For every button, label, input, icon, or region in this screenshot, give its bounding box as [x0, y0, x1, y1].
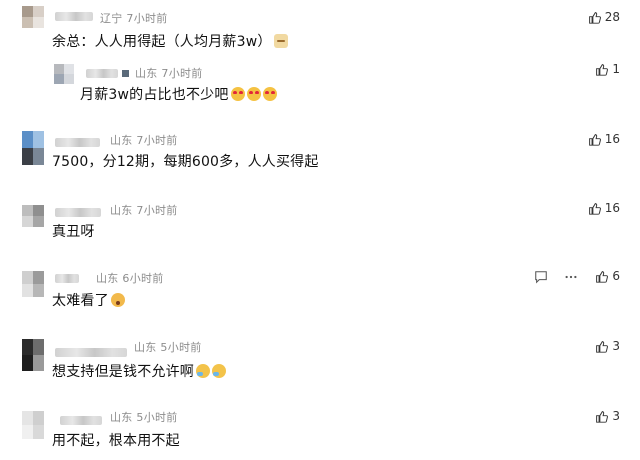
avatar[interactable]: [22, 411, 44, 439]
username[interactable]: [86, 69, 118, 78]
heart-eyes-emoji-icon: [246, 87, 261, 101]
badge-icon: [122, 70, 129, 77]
username[interactable]: [55, 348, 127, 357]
time-text: 5小时前: [136, 411, 178, 424]
comment-body: 太难看了: [52, 293, 109, 309]
like-button[interactable]: 28: [588, 10, 620, 24]
cry-emoji-icon: [212, 364, 226, 378]
like-button[interactable]: 1: [595, 62, 620, 76]
heart-eyes-emoji-icon: [262, 87, 277, 101]
like-button[interactable]: 3: [595, 409, 620, 423]
avatar[interactable]: [22, 131, 44, 165]
comment-item: 山东 5小时前 用不起，根本用不起 3: [0, 403, 640, 460]
like-count: 16: [604, 132, 620, 146]
thumbs-up-icon: [588, 11, 601, 24]
like-button[interactable]: 16: [588, 132, 620, 146]
comment-item: 山东 7小时前 真丑呀 16: [0, 195, 640, 260]
comment-item: 山东 7小时前 7500，分12期，每期600多，人人买得起 16: [0, 125, 640, 195]
avatar[interactable]: [22, 271, 44, 297]
more-icon[interactable]: [564, 270, 578, 284]
comment-item: 山东 6小时前 太难看了 6: [0, 263, 640, 333]
location-text: 山东: [110, 411, 133, 424]
username[interactable]: [60, 416, 102, 425]
thumbs-up-icon: [588, 133, 601, 146]
comment-meta: 山东 6小时前: [96, 270, 164, 286]
time-text: 7小时前: [136, 134, 178, 147]
cat-emoji-icon: [273, 34, 288, 48]
location-text: 山东: [96, 272, 119, 285]
comment-text: 7500，分12期，每期600多，人人买得起: [52, 151, 319, 171]
comment-text: 余总：人人用得起（人均月薪3w）: [52, 31, 288, 51]
avatar[interactable]: [54, 64, 74, 84]
comment-meta: 山东 7小时前: [110, 132, 178, 148]
username[interactable]: [55, 274, 79, 283]
like-button[interactable]: 6: [595, 269, 620, 283]
like-button[interactable]: 3: [595, 339, 620, 353]
location-text: 山东: [110, 134, 133, 147]
thumbs-up-icon: [596, 340, 609, 353]
location-text: 山东: [134, 341, 157, 354]
thumbs-up-icon: [596, 410, 609, 423]
comment-body: 月薪3w的占比也不少吧: [80, 87, 229, 103]
time-text: 5小时前: [160, 341, 202, 354]
cry-emoji-icon: [196, 364, 210, 378]
username[interactable]: [55, 208, 101, 217]
comment-meta: 山东 5小时前: [134, 339, 202, 355]
comment-text: 太难看了: [52, 290, 125, 310]
comment-meta: 山东 7小时前: [122, 65, 203, 81]
shock-emoji-icon: [110, 293, 125, 307]
avatar[interactable]: [22, 339, 44, 371]
comment-body: 7500，分12期，每期600多，人人买得起: [52, 154, 319, 170]
comment-meta: 辽宁 7小时前: [100, 10, 168, 26]
comment-text: 真丑呀: [52, 221, 95, 241]
comment-meta: 山东 7小时前: [110, 202, 178, 218]
comment-meta: 山东 5小时前: [110, 409, 178, 425]
time-text: 6小时前: [122, 272, 164, 285]
thumbs-up-icon: [588, 202, 601, 215]
avatar[interactable]: [22, 205, 44, 227]
comment-body: 想支持但是钱不允许啊: [52, 364, 194, 380]
username[interactable]: [55, 12, 93, 21]
comment-text: 用不起，根本用不起: [52, 430, 180, 450]
like-button[interactable]: 16: [588, 201, 620, 215]
comment-item: 山东 5小时前 想支持但是钱不允许啊 3: [0, 333, 640, 403]
like-count: 1: [612, 62, 620, 76]
comment-body: 真丑呀: [52, 224, 95, 240]
comment-text: 月薪3w的占比也不少吧: [80, 84, 277, 104]
comment-body: 余总：人人用得起（人均月薪3w）: [52, 34, 272, 50]
location-text: 山东: [110, 204, 133, 217]
time-text: 7小时前: [126, 12, 168, 25]
like-count: 3: [612, 409, 620, 423]
like-count: 28: [604, 10, 620, 24]
like-count: 3: [612, 339, 620, 353]
username[interactable]: [55, 138, 100, 147]
comment-icon[interactable]: [534, 270, 548, 284]
comment-item: 山东 7小时前 月薪3w的占比也不少吧 1: [0, 60, 640, 120]
location-text: 山东: [135, 67, 158, 80]
comment-item: 辽宁 7小时前 余总：人人用得起（人均月薪3w） 28: [0, 0, 640, 60]
like-count: 6: [612, 269, 620, 283]
thumbs-up-icon: [596, 270, 609, 283]
comment-text: 想支持但是钱不允许啊: [52, 361, 226, 381]
heart-eyes-emoji-icon: [230, 87, 245, 101]
like-count: 16: [604, 201, 620, 215]
time-text: 7小时前: [136, 204, 178, 217]
avatar[interactable]: [22, 6, 44, 28]
location-text: 辽宁: [100, 12, 123, 25]
comment-body: 用不起，根本用不起: [52, 433, 180, 449]
thumbs-up-icon: [596, 63, 609, 76]
time-text: 7小时前: [161, 67, 203, 80]
